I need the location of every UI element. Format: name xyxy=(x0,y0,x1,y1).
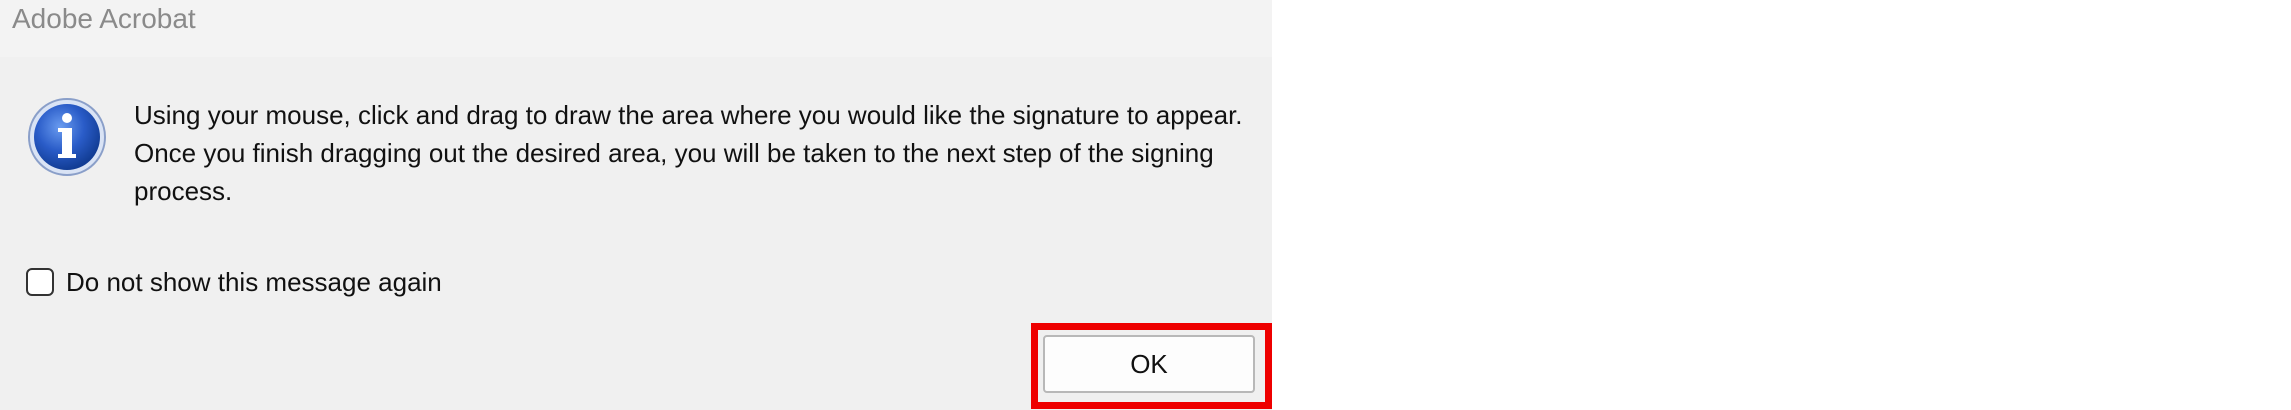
message-dialog: Adobe Acrobat Using your mouse, click an… xyxy=(0,0,1272,410)
dialog-title: Adobe Acrobat xyxy=(12,3,196,34)
info-icon xyxy=(28,98,106,176)
dialog-titlebar[interactable]: Adobe Acrobat xyxy=(0,0,1272,57)
dont-show-again-label[interactable]: Do not show this message again xyxy=(66,267,442,298)
dont-show-again-row[interactable]: Do not show this message again xyxy=(26,265,442,299)
ok-button[interactable]: OK xyxy=(1043,335,1255,393)
dialog-message: Using your mouse, click and drag to draw… xyxy=(134,100,1243,206)
dont-show-again-checkbox[interactable] xyxy=(26,268,54,296)
